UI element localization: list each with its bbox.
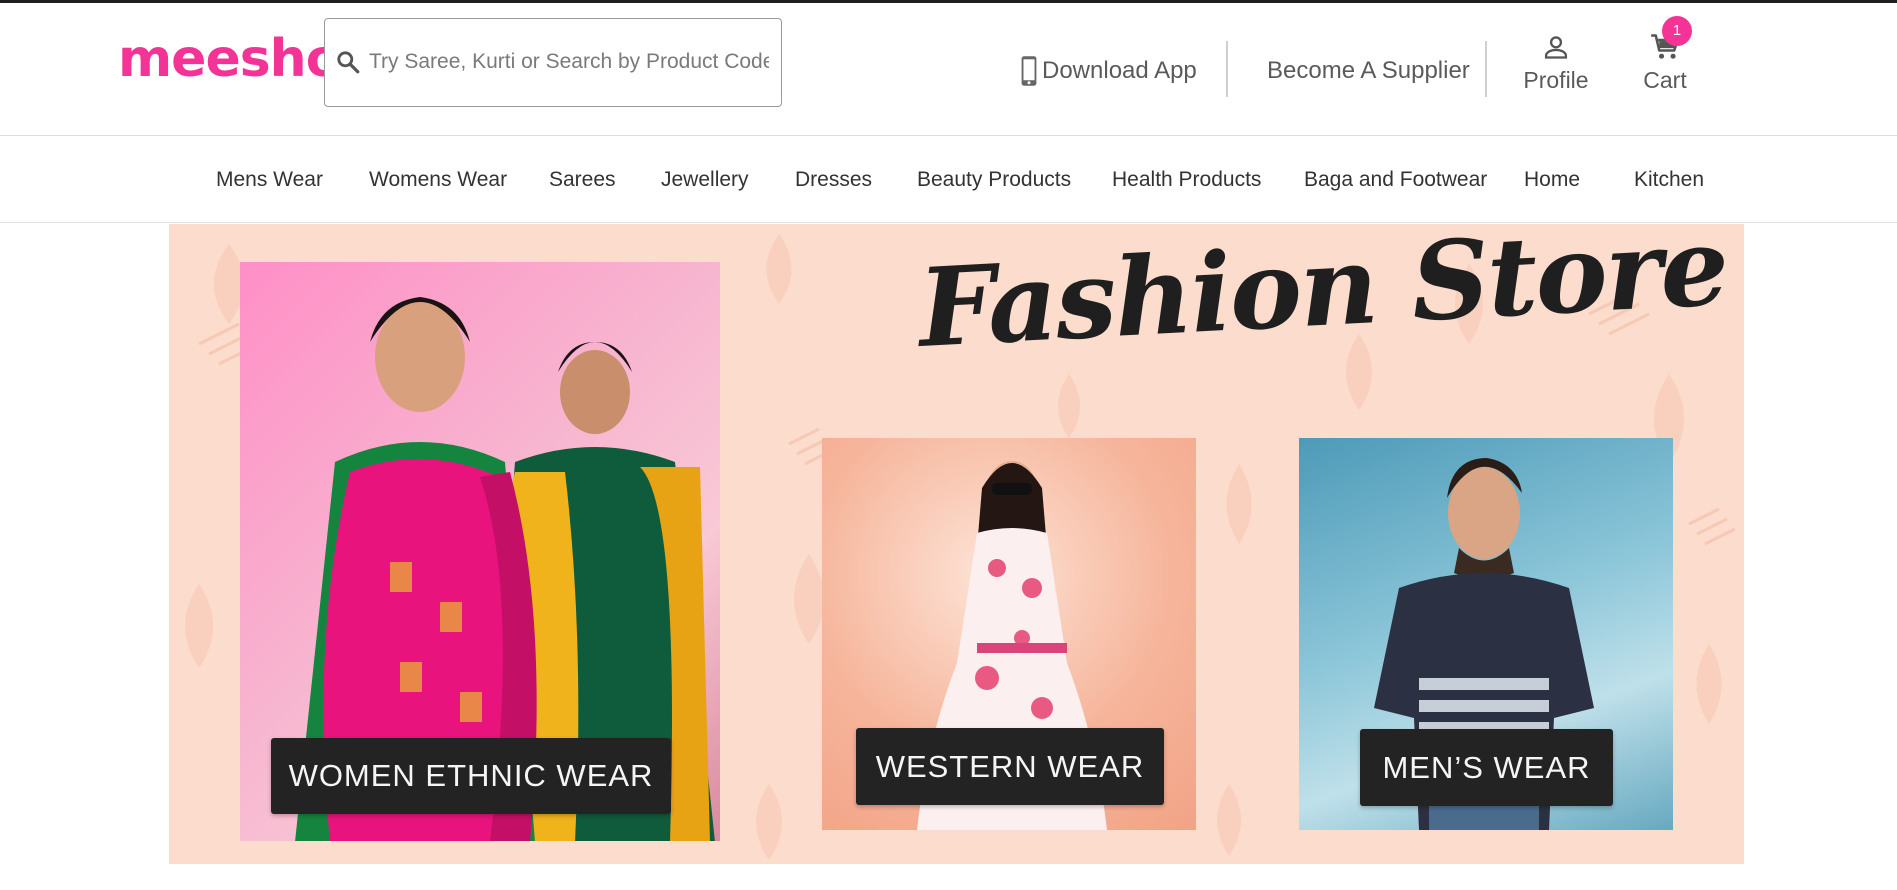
category-dresses[interactable]: Dresses [795,137,872,223]
become-supplier-link[interactable]: Become A Supplier [1267,51,1470,91]
header-divider [1485,41,1487,97]
category-kitchen[interactable]: Kitchen [1634,137,1704,223]
cart-button[interactable]: Cart 1 [1632,16,1698,103]
meesho-logo[interactable]: meesho [118,27,341,91]
western-wear-card[interactable]: WESTERN WEAR [822,438,1196,830]
category-beauty-products[interactable]: Beauty Products [917,137,1071,223]
western-wear-label: WESTERN WEAR [856,728,1164,805]
download-app-label: Download App [1042,57,1197,84]
header-divider [1226,41,1228,97]
profile-label: Profile [1523,67,1589,93]
category-home[interactable]: Home [1524,137,1580,223]
women-ethnic-wear-card[interactable]: WOMEN ETHNIC WEAR [240,262,720,841]
download-app-link[interactable]: Download App [1020,51,1197,91]
user-icon [1544,36,1568,59]
category-mens-wear[interactable]: Mens Wear [216,137,323,223]
mens-wear-label: MEN’S WEAR [1360,729,1613,806]
search-input[interactable] [369,41,769,83]
search-icon[interactable] [335,49,361,75]
cart-label: Cart [1643,67,1687,93]
women-ethnic-wear-label: WOMEN ETHNIC WEAR [271,738,671,814]
category-baga-and-footwear[interactable]: Baga and Footwear [1304,137,1487,223]
category-womens-wear[interactable]: Womens Wear [369,137,507,223]
profile-button[interactable]: Profile [1520,33,1592,103]
category-jewellery[interactable]: Jewellery [661,137,749,223]
site-header: meesho Download App Become A Supplier Pr… [0,3,1897,136]
fashion-store-banner[interactable]: Fashion Store WOMEN ETHNIC WEAR WESTERN … [169,224,1744,864]
category-sarees[interactable]: Sarees [549,137,616,223]
search-box [324,18,782,107]
phone-icon [1021,56,1037,86]
mens-wear-card[interactable]: MEN’S WEAR [1299,438,1673,830]
category-nav: Mens Wear Womens Wear Sarees Jewellery D… [0,137,1897,223]
category-health-products[interactable]: Health Products [1112,137,1261,223]
cart-count-badge: 1 [1662,16,1692,46]
